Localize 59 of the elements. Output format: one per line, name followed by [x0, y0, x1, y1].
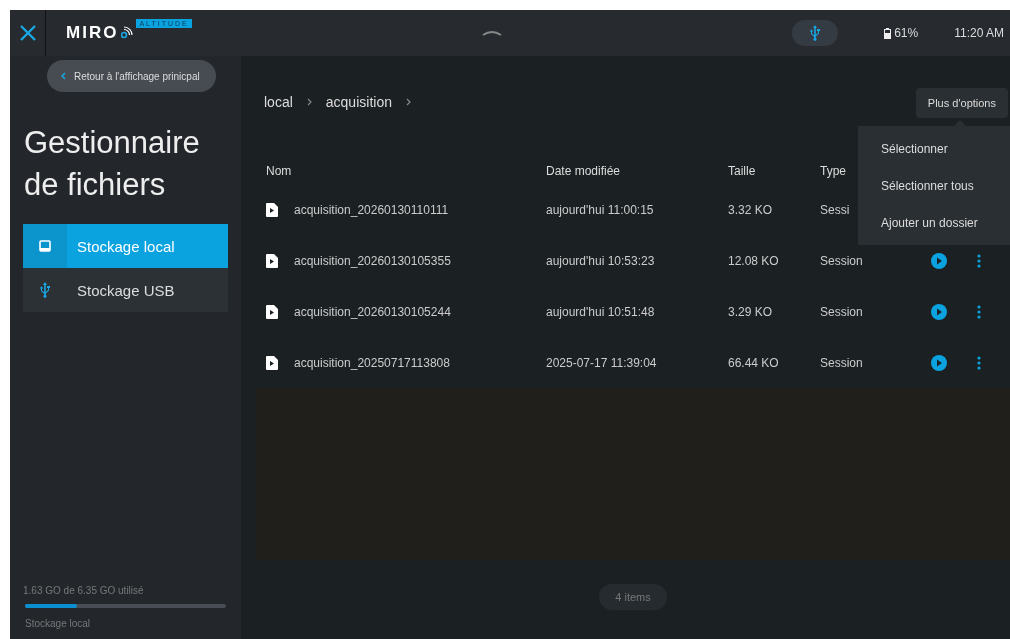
item-count: 4 items — [599, 584, 667, 610]
column-header: Nom — [266, 164, 293, 178]
kebab-menu-icon — [977, 304, 981, 319]
battery-icon — [884, 27, 892, 39]
file-name: acquisition_20250717113808 — [294, 355, 450, 370]
menu-item[interactable]: Sélectionner tous — [858, 167, 1010, 204]
chevron-right-icon — [405, 98, 411, 106]
back-button[interactable]: Retour à l'affichage prinicpal — [47, 60, 216, 92]
file-icon — [266, 355, 278, 370]
breadcrumb-link[interactable]: local — [264, 94, 293, 110]
clock-time: 11:20 AM — [954, 26, 1004, 40]
logo-text: MIRO — [66, 23, 119, 43]
storage-usage: 1.63 GO de 6.35 GO utilisé — [23, 585, 145, 596]
file-icon — [266, 304, 278, 319]
file-type: Session — [820, 355, 864, 370]
menu-item[interactable]: Ajouter un dossier — [858, 204, 1010, 241]
kebab-menu-icon — [977, 253, 981, 268]
more-options-button[interactable]: Plus d'options — [915, 88, 1008, 118]
play-icon — [931, 354, 947, 371]
play-icon — [931, 252, 947, 269]
play-icon — [931, 303, 947, 320]
file-size: 12.08 KO — [728, 253, 780, 268]
pull-handle-icon[interactable] — [481, 30, 502, 36]
usb-button[interactable] — [792, 20, 839, 46]
file-size: 66.44 KO — [728, 355, 780, 370]
file-type: Sessi — [820, 202, 851, 217]
column-header: Date modifiée — [546, 164, 622, 178]
chevron-left-icon — [61, 72, 66, 80]
file-size: 3.32 KO — [728, 202, 774, 217]
column-header: Taille — [728, 164, 757, 178]
storage-label: Stockage local — [25, 618, 92, 629]
file-type: Session — [820, 253, 864, 268]
close-icon — [19, 25, 36, 41]
usb-icon — [39, 282, 51, 298]
play-button[interactable] — [930, 251, 948, 270]
tablet-icon — [39, 240, 51, 252]
play-button[interactable] — [930, 302, 948, 321]
modified-date: aujourd'hui 10:51:48 — [546, 304, 656, 319]
file-name: acquisition_20260130110111 — [294, 202, 449, 217]
modified-date: aujourd'hui 11:00:15 — [546, 202, 655, 217]
sidebar-item[interactable]: Stockage USB — [23, 268, 228, 312]
file-name: acquisition_20260130105244 — [294, 304, 451, 319]
file-size: 3.29 KO — [728, 304, 774, 319]
file-icon — [266, 253, 278, 268]
chevron-right-icon — [306, 98, 312, 106]
column-header: Type — [820, 164, 847, 178]
menu-item[interactable]: Sélectionner — [858, 130, 1010, 167]
usb-icon — [809, 25, 822, 41]
battery-level: 61% — [894, 26, 919, 40]
kebab-menu-icon — [977, 355, 981, 370]
file-name: acquisition_20260130105355 — [294, 253, 451, 268]
file-type: Session — [820, 304, 864, 319]
modified-date: 2025-07-17 11:39:04 — [546, 355, 658, 370]
signal-icon — [121, 26, 134, 40]
play-button[interactable] — [930, 353, 948, 372]
breadcrumb-link[interactable]: acquisition — [325, 94, 392, 110]
page-title: Gestionnaire de fichiers — [24, 124, 201, 204]
modified-date: aujourd'hui 10:53:23 — [546, 253, 656, 268]
file-icon — [266, 202, 278, 217]
